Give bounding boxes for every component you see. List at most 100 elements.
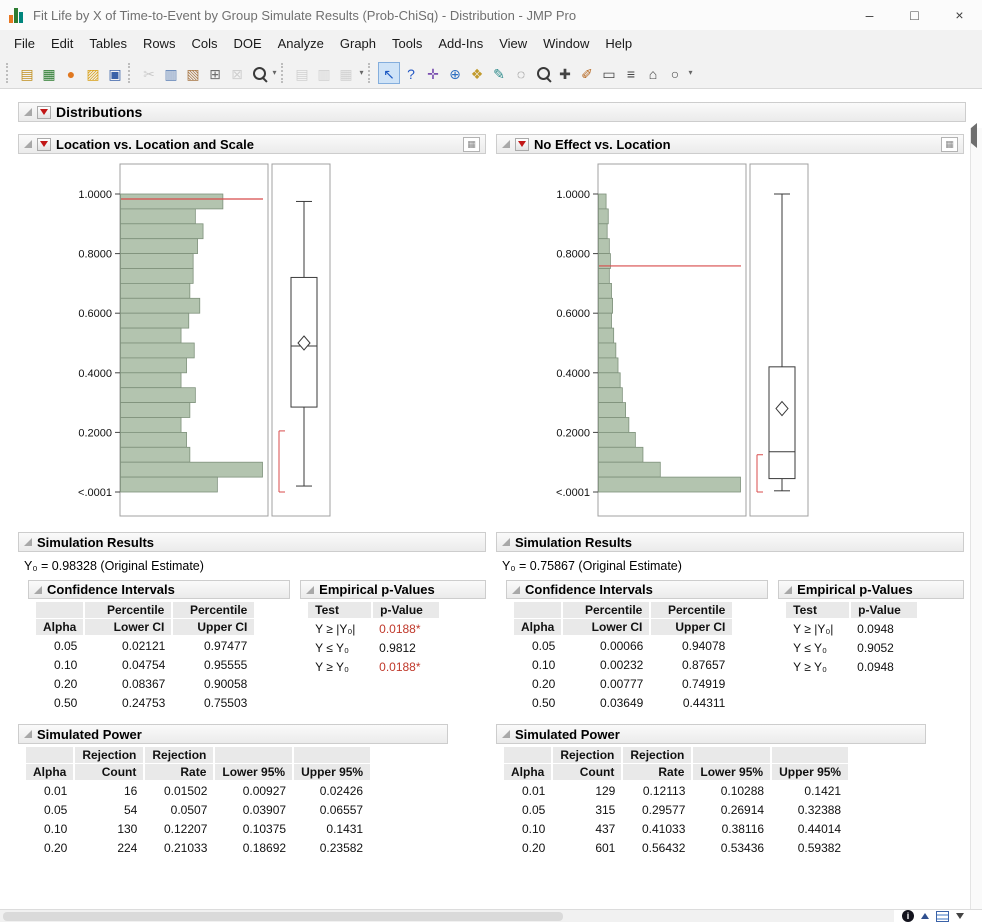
oval-tool-icon[interactable]: ○ <box>664 62 686 84</box>
table-row: 0.05 0.02121 0.97477 <box>53 638 248 653</box>
save-icon[interactable]: ▣ <box>104 62 126 84</box>
plus-tool-icon[interactable]: ✚ <box>554 62 576 84</box>
line-tool-icon[interactable]: ≡ <box>620 62 642 84</box>
menu-window[interactable]: Window <box>535 32 597 55</box>
svg-text:0.2000: 0.2000 <box>556 427 590 439</box>
disclosure-icon[interactable] <box>24 108 32 116</box>
pencil-tool-icon[interactable]: ✐ <box>576 62 598 84</box>
red-triangle-menu-icon[interactable] <box>37 105 51 119</box>
collapse-chevron-icon[interactable] <box>971 123 977 148</box>
globe-tool-icon[interactable]: ⊕ <box>444 62 466 84</box>
menu-add-ins[interactable]: Add-Ins <box>430 32 491 55</box>
simulation-results-header[interactable]: Simulation Results <box>18 532 486 552</box>
dropdown-icon[interactable] <box>956 913 964 919</box>
disclosure-icon[interactable] <box>512 585 520 594</box>
paste-icon[interactable]: ▧ <box>182 62 204 84</box>
oval-tool-dropdown-icon[interactable]: ▾ <box>686 68 695 77</box>
disclosure-icon[interactable] <box>502 730 510 738</box>
menu-view[interactable]: View <box>491 32 535 55</box>
open-icon[interactable]: ▨ <box>82 62 104 84</box>
datatable-icon[interactable] <box>936 910 949 922</box>
menu-help[interactable]: Help <box>597 32 640 55</box>
confidence-intervals-header[interactable]: Confidence Intervals <box>28 580 291 599</box>
disclosure-icon[interactable] <box>306 585 315 594</box>
column-header: Upper CI <box>649 618 733 636</box>
confidence-intervals-title: Confidence Intervals <box>47 582 175 597</box>
minimize-button[interactable]: – <box>847 0 892 30</box>
svg-text:0.4000: 0.4000 <box>556 368 590 380</box>
horizontal-scrollbar[interactable]: i <box>0 909 982 922</box>
maximize-button[interactable]: □ <box>892 0 937 30</box>
table-row: 0.10 437 0.41033 0.38116 0.44014 <box>521 821 842 836</box>
search-icon[interactable] <box>248 62 270 84</box>
menu-edit[interactable]: Edit <box>43 32 81 55</box>
disclosure-icon[interactable] <box>34 585 42 594</box>
empirical-p-values-header[interactable]: Empirical p-Values <box>300 580 486 599</box>
column-header: Alpha <box>514 618 563 636</box>
new-journal-icon[interactable]: ▤ <box>16 62 38 84</box>
disclosure-icon[interactable] <box>502 538 510 546</box>
magnifier-tool-icon[interactable] <box>532 62 554 84</box>
arrow-tool-icon[interactable]: ↖ <box>378 61 400 84</box>
disclosure-icon[interactable] <box>24 140 32 148</box>
original-estimate-text: Y₀ = 0.98328 (Original Estimate) <box>24 559 204 573</box>
polygon-tool-icon[interactable]: ⌂ <box>642 62 664 84</box>
disclosure-icon[interactable] <box>24 538 32 546</box>
crosshair-tool-icon[interactable]: ✛ <box>422 62 444 84</box>
red-triangle-menu-icon[interactable] <box>37 137 51 151</box>
simulation-results-header[interactable]: Simulation Results <box>496 532 964 552</box>
menu-graph[interactable]: Graph <box>332 32 384 55</box>
distribution-graph[interactable]: 1.0000 0.8000 0.6000 0.4000 0.2000 <.0001 <box>496 162 964 518</box>
simulated-power-header[interactable]: Simulated Power <box>18 724 448 744</box>
info-icon[interactable]: i <box>902 910 914 922</box>
confidence-intervals-header[interactable]: Confidence Intervals <box>506 580 769 599</box>
column-header: Upper 95% <box>292 763 371 781</box>
disclosure-icon[interactable] <box>24 730 32 738</box>
empirical-p-values-title: Empirical p-Values <box>319 582 435 597</box>
empirical-p-values-header[interactable]: Empirical p-Values <box>778 580 964 599</box>
table-row: 0.20 0.08367 0.90058 <box>53 676 248 691</box>
empirical-p-values-body: Y ≥ |Y₀| 0.0948 Y ≤ Y₀ 0.9052 Y ≥ Y₀ 0.0948 <box>786 619 917 677</box>
search-dropdown-icon[interactable]: ▾ <box>270 68 279 77</box>
empirical-p-values-block: Empirical p-Values Test p-Value Y ≥ |Y₀|… <box>300 580 486 712</box>
empirical-p-values-table: Test p-Value Y ≥ |Y₀| 0.0948 Y ≤ Y₀ 0.9052 Y… <box>786 602 917 676</box>
caret-up-icon[interactable] <box>921 913 929 919</box>
menu-file[interactable]: File <box>6 32 43 55</box>
print-preview-dropdown-icon[interactable]: ▾ <box>357 68 366 77</box>
red-triangle-menu-icon[interactable] <box>515 137 529 151</box>
menu-doe[interactable]: DOE <box>225 32 269 55</box>
table-row: 0.50 0.03649 0.44311 <box>531 695 726 710</box>
report-preview-icon[interactable]: ▦ <box>463 136 480 152</box>
simulated-power-header[interactable]: Simulated Power <box>496 724 926 744</box>
distributions-header[interactable]: Distributions <box>18 102 966 122</box>
menu-rows[interactable]: Rows <box>135 32 184 55</box>
panel-header[interactable]: No Effect vs. Location ▦ <box>496 134 964 154</box>
screen-capture-icon[interactable]: ⊞ <box>204 62 226 84</box>
grabber-tool-icon[interactable]: ❖ <box>466 62 488 84</box>
copy-icon[interactable]: ▥ <box>160 62 182 84</box>
svg-text:1.0000: 1.0000 <box>556 189 590 201</box>
table-row: 0.05 315 0.29577 0.26914 0.32388 <box>521 802 842 817</box>
new-script-icon[interactable]: ● <box>60 62 82 84</box>
vertical-scrollbar[interactable] <box>970 123 982 909</box>
brush-tool-icon[interactable]: ✎ <box>488 62 510 84</box>
report-preview-icon[interactable]: ▦ <box>941 136 958 152</box>
close-button[interactable]: × <box>937 0 982 30</box>
scrollbar-thumb[interactable] <box>3 911 563 921</box>
disclosure-icon[interactable] <box>784 585 793 594</box>
panel-header[interactable]: Location vs. Location and Scale ▦ <box>18 134 486 154</box>
distribution-graph[interactable]: 1.0000 0.8000 0.6000 0.4000 0.2000 <.0001 <box>18 162 486 518</box>
column-header: Lower 95% <box>213 763 294 781</box>
empirical-p-values-block: Empirical p-Values Test p-Value Y ≥ |Y₀|… <box>778 580 964 712</box>
lasso-tool-icon[interactable]: ◌ <box>510 62 532 84</box>
help-tool-icon[interactable]: ? <box>400 62 422 84</box>
disclosure-icon[interactable] <box>502 140 510 148</box>
svg-text:0.6000: 0.6000 <box>78 308 112 320</box>
menu-tools[interactable]: Tools <box>384 32 430 55</box>
menu-tables[interactable]: Tables <box>81 32 135 55</box>
annotate-tool-icon[interactable]: ▭ <box>598 62 620 84</box>
menu-cols[interactable]: Cols <box>183 32 225 55</box>
menu-analyze[interactable]: Analyze <box>270 32 332 55</box>
new-data-table-icon[interactable]: ▦ <box>38 62 60 84</box>
table-row: 0.01 129 0.12113 0.10288 0.1421 <box>521 783 842 798</box>
